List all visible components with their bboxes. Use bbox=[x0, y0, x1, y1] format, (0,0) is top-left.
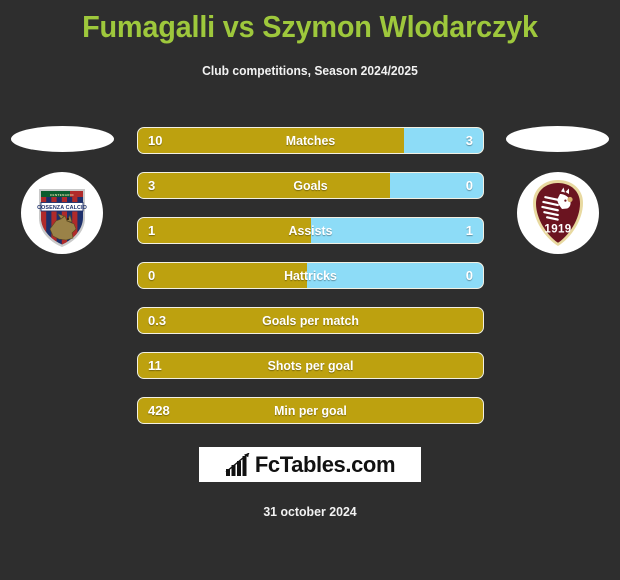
stat-away-value: 1 bbox=[465, 223, 473, 238]
stat-away-value: 3 bbox=[465, 133, 473, 148]
stat-label: Shots per goal bbox=[267, 358, 354, 373]
stat-label: Min per goal bbox=[274, 403, 347, 418]
report-date: 31 october 2024 bbox=[263, 504, 357, 519]
fctables-logo-text: FcTables.com bbox=[254, 451, 396, 477]
stat-row: 10 Matches 3 bbox=[137, 127, 484, 154]
stat-row: 0.3 Goals per match bbox=[137, 307, 484, 334]
stat-row: 428 Min per goal bbox=[137, 397, 484, 424]
away-team-badge: 1919 bbox=[517, 172, 599, 254]
stat-bars-list: 10 Matches 3 3 Goals 0 1 Assists 1 0 Hat… bbox=[137, 127, 484, 442]
page-title: Fumagalli vs Szymon Wlodarczyk bbox=[82, 9, 538, 44]
fctables-logo: FcTables.com bbox=[199, 447, 421, 482]
stat-row: 1 Assists 1 bbox=[137, 217, 484, 244]
salernitana-badge-icon: 1919 bbox=[533, 180, 583, 246]
svg-text:COSENZA CALCIO: COSENZA CALCIO bbox=[37, 205, 87, 211]
decorative-ellipse-right bbox=[506, 126, 609, 152]
stat-away-value: 0 bbox=[465, 268, 473, 283]
stat-comparison-page: Fumagalli vs Szymon Wlodarczyk Club comp… bbox=[0, 0, 620, 580]
stat-label: Assists bbox=[288, 223, 333, 238]
page-subtitle: Club competitions, Season 2024/2025 bbox=[202, 63, 418, 78]
stat-row: 11 Shots per goal bbox=[137, 352, 484, 379]
stat-row: 0 Hattricks 0 bbox=[137, 262, 484, 289]
home-team-badge: COSENZA CALCIO CENTENARIO bbox=[21, 172, 103, 254]
bar-chart-growth-icon bbox=[225, 452, 250, 476]
cosenza-calcio-badge-icon: COSENZA CALCIO CENTENARIO bbox=[37, 189, 87, 247]
svg-text:CENTENARIO: CENTENARIO bbox=[50, 193, 74, 197]
stat-label: Matches bbox=[285, 133, 336, 148]
decorative-ellipse-left bbox=[11, 126, 114, 152]
stat-away-value: 0 bbox=[465, 178, 473, 193]
svg-text:1919: 1919 bbox=[544, 224, 571, 236]
stat-row: 3 Goals 0 bbox=[137, 172, 484, 199]
stat-label: Goals bbox=[293, 178, 328, 193]
stat-label: Hattricks bbox=[284, 268, 337, 283]
stat-label: Goals per match bbox=[262, 313, 359, 328]
